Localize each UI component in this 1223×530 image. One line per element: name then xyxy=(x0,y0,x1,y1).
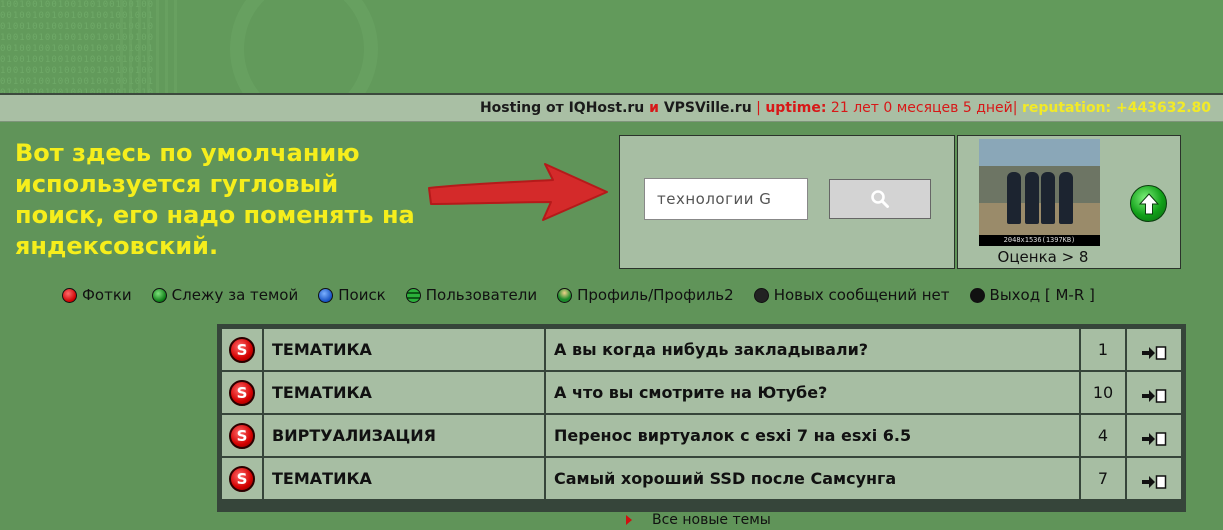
separator: | xyxy=(1012,100,1022,116)
nav-logout[interactable]: Выход [ M-R ] xyxy=(969,286,1095,304)
photo-figure xyxy=(1025,172,1039,224)
nav-label: Поиск xyxy=(338,286,386,304)
nav-users[interactable]: Пользователи xyxy=(405,286,538,304)
next-photo-button[interactable] xyxy=(1130,185,1167,222)
red-s-icon: S xyxy=(229,379,255,406)
topic-count: 4 xyxy=(1081,415,1125,456)
nav-label: Слежу за темой xyxy=(171,286,299,304)
nav-photos[interactable]: Фотки xyxy=(62,286,132,304)
topic-category[interactable]: ТЕМАТИКА xyxy=(264,372,544,413)
table-row: S ВИРТУАЛИЗАЦИЯ Перенос виртуалок с esxi… xyxy=(222,415,1181,456)
hosting-prefix: Hosting от xyxy=(479,100,569,116)
red-s-icon: S xyxy=(229,422,255,449)
photo-figure xyxy=(1059,172,1073,224)
nav-label: Новых сообщений нет xyxy=(773,286,950,304)
uptime-label: uptime: xyxy=(765,100,827,116)
envelope-icon xyxy=(753,287,769,303)
topic-category[interactable]: ТЕМАТИКА xyxy=(264,458,544,499)
search-icon xyxy=(871,190,889,208)
table-row: S ТЕМАТИКА А вы когда нибудь закладывали… xyxy=(222,329,1181,370)
topic-icon-cell: S xyxy=(222,458,262,499)
goto-new-post-icon xyxy=(1142,388,1167,403)
photo-caption: 2048x1536(1397KB) xyxy=(979,235,1100,246)
topic-count: 7 xyxy=(1081,458,1125,499)
goto-new-post-icon xyxy=(1142,345,1167,360)
red-triangle-icon xyxy=(626,515,632,525)
all-new-topics-link[interactable]: Все новые темы xyxy=(626,512,771,528)
photo-figure xyxy=(1007,172,1021,224)
topic-title[interactable]: Самый хороший SSD после Самсунга xyxy=(546,458,1079,499)
reputation-value: reputation: +443632.80 xyxy=(1021,100,1211,116)
red-arrow-annotation xyxy=(428,163,608,221)
goto-last-post[interactable] xyxy=(1127,458,1181,499)
annotation-text: Вот здесь по умолчанию используется гугл… xyxy=(15,139,415,260)
topic-category[interactable]: ВИРТУАЛИЗАЦИЯ xyxy=(264,415,544,456)
topic-title[interactable]: А вы когда нибудь закладывали? xyxy=(546,329,1079,370)
topic-count: 1 xyxy=(1081,329,1125,370)
clock-icon xyxy=(969,287,985,303)
photo-rating: Оценка > 8 xyxy=(997,248,1089,266)
info-bar: Hosting от IQHost.ru и VPSVille.ru | upt… xyxy=(0,93,1223,122)
hosting-and: и xyxy=(644,100,664,116)
photo-figure xyxy=(1041,172,1055,224)
new-topics-table: S ТЕМАТИКА А вы когда нибудь закладывали… xyxy=(217,324,1186,512)
host-link-iqhost[interactable]: IQHost.ru xyxy=(569,100,645,116)
nav-label: Выход [ M-R ] xyxy=(989,286,1095,304)
nav-profile[interactable]: Профиль/Профиль2 xyxy=(557,286,734,304)
nav-messages[interactable]: Новых сообщений нет xyxy=(753,286,950,304)
host-link-vpsville[interactable]: VPSVille.ru xyxy=(664,100,752,116)
nav-watching[interactable]: Слежу за темой xyxy=(151,286,299,304)
search-button[interactable] xyxy=(829,179,931,219)
red-s-icon: S xyxy=(229,465,255,492)
topic-icon-cell: S xyxy=(222,415,262,456)
nav-label: Пользователи xyxy=(425,286,538,304)
search-panel xyxy=(619,135,955,269)
photo-panel: 2048x1536(1397KB) Оценка > 8 xyxy=(957,135,1181,269)
search-nav-icon xyxy=(318,287,334,303)
table-row: S ТЕМАТИКА Самый хороший SSD после Самсу… xyxy=(222,458,1181,499)
profile-icon xyxy=(557,287,573,303)
topic-count: 10 xyxy=(1081,372,1125,413)
watch-icon xyxy=(151,287,167,303)
separator: | xyxy=(751,100,766,116)
forum-nav: Фотки Слежу за темой Поиск Пользователи … xyxy=(62,284,1115,306)
photos-icon xyxy=(62,287,77,303)
nav-label: Профиль/Профиль2 xyxy=(577,286,734,304)
red-s-icon: S xyxy=(229,336,255,363)
goto-new-post-icon xyxy=(1142,474,1167,489)
topic-icon-cell: S xyxy=(222,329,262,370)
topic-title[interactable]: А что вы смотрите на Ютубе? xyxy=(546,372,1079,413)
table-row: S ТЕМАТИКА А что вы смотрите на Ютубе? 1… xyxy=(222,372,1181,413)
topic-icon-cell: S xyxy=(222,372,262,413)
banner-logo-decoration xyxy=(230,0,378,93)
users-icon xyxy=(405,287,421,303)
topic-title[interactable]: Перенос виртуалок с esxi 7 на esxi 6.5 xyxy=(546,415,1079,456)
goto-last-post[interactable] xyxy=(1127,329,1181,370)
goto-last-post[interactable] xyxy=(1127,415,1181,456)
goto-new-post-icon xyxy=(1142,431,1167,446)
search-input[interactable] xyxy=(644,178,808,220)
topic-category[interactable]: ТЕМАТИКА xyxy=(264,329,544,370)
featured-photo[interactable]: 2048x1536(1397KB) xyxy=(979,139,1100,246)
green-up-arrow-icon xyxy=(1138,192,1159,214)
banner-decoration xyxy=(120,0,180,93)
all-new-topics-label: Все новые темы xyxy=(652,512,771,528)
site-banner: 100100100100100100100100 001001001001001… xyxy=(0,0,1223,93)
nav-label: Фотки xyxy=(82,286,132,304)
goto-last-post[interactable] xyxy=(1127,372,1181,413)
nav-search[interactable]: Поиск xyxy=(318,286,386,304)
uptime-value: 21 лет 0 месяцев 5 дней xyxy=(826,100,1013,116)
